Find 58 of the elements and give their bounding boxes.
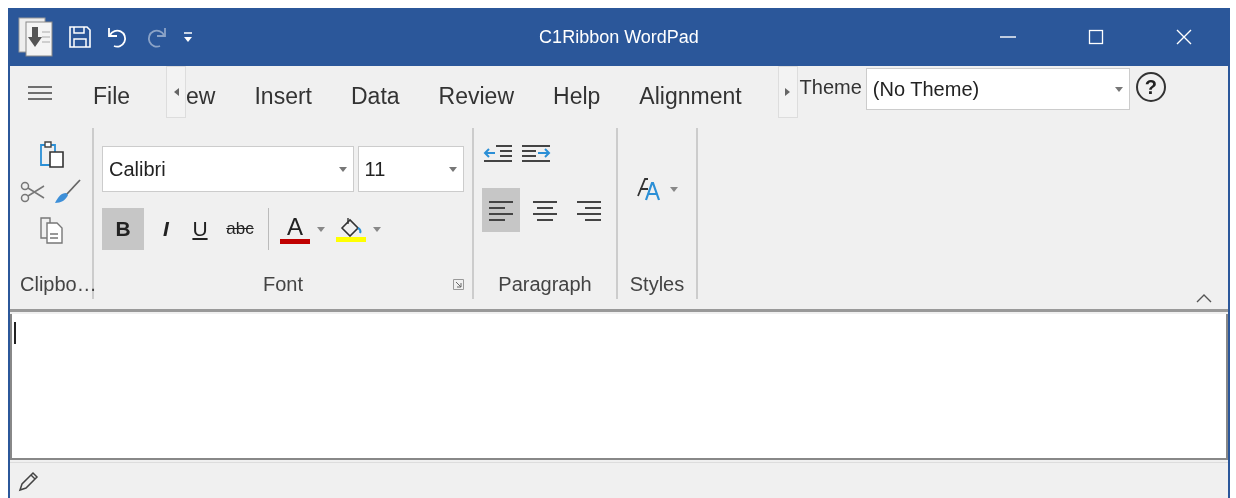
font-color-button[interactable]: A (279, 214, 311, 244)
dialog-launcher-icon[interactable] (453, 279, 464, 290)
paint-bucket-icon (338, 216, 364, 237)
left-arrow-icon (173, 88, 179, 96)
align-left-icon (488, 199, 514, 221)
bold-button[interactable]: B (102, 208, 144, 250)
align-right-icon (576, 199, 602, 221)
ribbon-tab[interactable]: File (84, 78, 140, 112)
menu-icon[interactable] (28, 86, 52, 100)
help-button[interactable]: ? (1135, 72, 1166, 102)
dropdown-arrow-icon[interactable] (373, 226, 381, 232)
strikethrough-button[interactable]: abc (222, 208, 258, 250)
ribbon-tab[interactable]: Alignment (630, 78, 751, 112)
group-label: Paragraph (498, 272, 592, 296)
group-label: Styles (629, 272, 685, 296)
group-label: Font (263, 272, 303, 296)
window-title: C1Ribbon WordPad (539, 27, 699, 48)
indent-icon (520, 142, 552, 164)
cut-button[interactable] (20, 181, 46, 203)
italic-button[interactable]: I (154, 208, 178, 250)
dropdown-arrow-icon (670, 186, 678, 192)
styles-button[interactable] (636, 176, 678, 202)
copy-icon (39, 216, 65, 244)
document-icon[interactable] (18, 17, 54, 57)
pencil-icon[interactable] (18, 469, 40, 492)
underline-button[interactable]: U (188, 208, 212, 250)
theme-label: Theme (799, 76, 862, 99)
close-icon (1175, 28, 1193, 46)
theme-dropdown[interactable]: (No Theme) (865, 68, 1130, 110)
decrease-indent-button[interactable] (482, 142, 514, 164)
save-icon[interactable] (68, 25, 92, 49)
font-dropdown[interactable]: Calibri (102, 146, 354, 192)
minimize-icon (1000, 36, 1016, 38)
ribbon-tab[interactable]: ew (186, 78, 225, 112)
format-painter-button[interactable] (52, 178, 82, 206)
group-label: Clipbo… (20, 272, 97, 296)
align-left-button[interactable] (482, 188, 520, 232)
increase-indent-button[interactable] (520, 142, 552, 164)
ribbon-tab[interactable]: Review (429, 78, 523, 112)
clipboard-icon (39, 140, 65, 168)
collapse-ribbon-icon[interactable] (1196, 294, 1212, 303)
brush-icon (52, 178, 82, 206)
ribbon-tab[interactable]: Data (342, 78, 409, 112)
font-size-dropdown[interactable]: 11 (357, 146, 464, 192)
right-arrow-icon (785, 88, 791, 96)
text-cursor (14, 322, 16, 344)
highlight-button[interactable] (335, 216, 367, 242)
dropdown-arrow-icon (449, 166, 457, 172)
ribbon-tab[interactable]: Insert (245, 78, 321, 112)
align-center-icon (532, 199, 558, 221)
dropdown-arrow-icon (338, 166, 347, 172)
ribbon-tab[interactable]: Help (544, 78, 610, 112)
dropdown-arrow-icon[interactable] (317, 226, 325, 232)
customize-icon[interactable] (182, 30, 194, 44)
maximize-icon (1087, 28, 1105, 46)
scissors-icon (20, 181, 46, 203)
dropdown-arrow-icon (1114, 86, 1123, 92)
outdent-icon (482, 142, 514, 164)
